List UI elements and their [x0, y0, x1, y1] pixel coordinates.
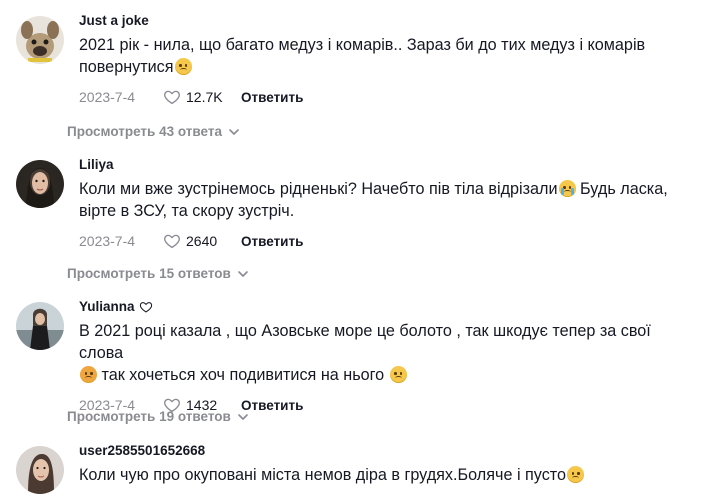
avatar[interactable] — [16, 446, 64, 494]
heart-icon — [139, 302, 152, 313]
sad-face-emoji-icon — [567, 466, 585, 483]
chevron-down-icon — [238, 270, 248, 277]
avatar[interactable] — [16, 16, 64, 64]
chevron-down-icon — [229, 128, 239, 135]
heart-icon — [164, 234, 180, 249]
avatar[interactable] — [16, 160, 64, 208]
view-replies-button[interactable]: Просмотреть 19 ответов — [67, 409, 249, 424]
view-replies-button[interactable]: Просмотреть 43 ответа — [67, 124, 240, 139]
crying-face-emoji-icon — [558, 180, 576, 197]
comment-body: Just a joke 2021 рік - нила, що багато м… — [79, 12, 690, 106]
comment-body: Yulianna В 2021 році казала , що Азовськ… — [79, 298, 690, 414]
username[interactable]: Yulianna — [79, 298, 690, 316]
username[interactable]: Just a joke — [79, 12, 690, 30]
comment-date: 2023-7-4 — [79, 89, 136, 105]
comment-text: Коли ми вже зустрінемось рідненькі? Наче… — [79, 180, 668, 220]
comment-date: 2023-7-4 — [79, 233, 136, 249]
sad-face-emoji-icon — [389, 366, 407, 383]
username[interactable]: Liliya — [79, 156, 690, 174]
view-replies-button[interactable]: Просмотреть 15 ответов — [67, 266, 249, 281]
like-count: 2640 — [186, 233, 218, 249]
sad-face-emoji-icon — [174, 58, 192, 75]
comment-meta: 2023-7-4 12.7K Ответить — [79, 88, 690, 106]
like-button[interactable]: 2640 — [163, 232, 241, 250]
view-replies-label: Просмотреть 19 ответов — [67, 409, 231, 424]
reply-button[interactable]: Ответить — [241, 90, 303, 105]
comment-body: Liliya Коли ми вже зустрінемось рідненьк… — [79, 156, 690, 250]
reply-button[interactable]: Ответить — [241, 398, 303, 413]
view-replies-label: Просмотреть 15 ответов — [67, 266, 231, 281]
view-replies-label: Просмотреть 43 ответа — [67, 124, 222, 139]
comment-body: user2585501652668 Коли чую про окуповані… — [79, 442, 690, 486]
chevron-down-icon — [238, 413, 248, 420]
like-count: 12.7K — [186, 89, 223, 105]
avatar[interactable] — [16, 302, 64, 350]
heart-icon — [164, 90, 180, 105]
worried-face-emoji-icon — [80, 366, 97, 383]
like-button[interactable]: 12.7K — [163, 88, 241, 106]
comment-text: Коли чую про окуповані міста немов діра … — [79, 464, 690, 486]
comment-text: В 2021 році казала , що Азовське море це… — [79, 322, 651, 384]
comment-meta: 2023-7-4 2640 Ответить — [79, 232, 690, 250]
reply-button[interactable]: Ответить — [241, 234, 303, 249]
username[interactable]: user2585501652668 — [79, 442, 690, 460]
comment-text: 2021 рік - нила, що багато медуз і комар… — [79, 36, 646, 76]
